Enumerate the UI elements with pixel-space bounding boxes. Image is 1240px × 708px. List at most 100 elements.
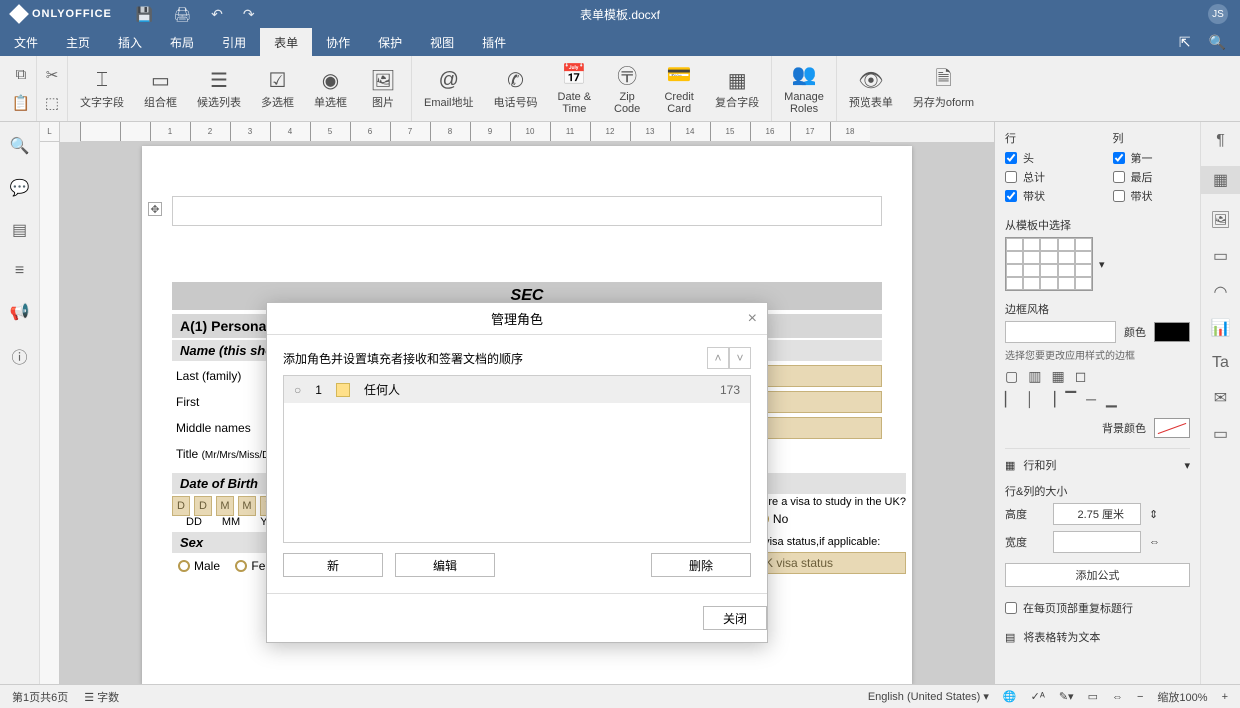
word-count[interactable]: ☰ 字数 xyxy=(84,689,119,705)
search-icon[interactable]: 🔍 xyxy=(10,136,30,156)
roles-list[interactable]: ○ 1 任何人 173 xyxy=(283,375,751,543)
sex-male-radio[interactable]: Male xyxy=(178,559,220,573)
manage-roles-button[interactable]: 👥Manage Roles xyxy=(776,58,832,119)
user-avatar[interactable]: JS xyxy=(1208,4,1228,24)
border-top-icon[interactable]: ▔ xyxy=(1065,391,1076,408)
save-oform-button[interactable]: 🗎另存为oform xyxy=(905,64,982,113)
comments-icon[interactable]: 💬 xyxy=(10,178,30,198)
search-icon[interactable]: 🔍 xyxy=(1209,34,1226,51)
tab-file[interactable]: 文件 xyxy=(0,28,52,56)
image-settings-icon[interactable]: 🖼 xyxy=(1210,210,1230,230)
chevron-down-icon[interactable]: ▾ xyxy=(1184,459,1190,472)
shape-settings-icon[interactable]: ◠ xyxy=(1214,282,1228,302)
dropdown-button[interactable]: ☰候选列表 xyxy=(189,64,249,113)
tab-forms[interactable]: 表单 xyxy=(260,28,312,56)
chart-settings-icon[interactable]: 📊 xyxy=(1211,318,1231,338)
horizontal-ruler[interactable]: 123456789101112131415161718 xyxy=(80,122,870,142)
row-banded-chk[interactable]: 带状 xyxy=(1005,188,1083,204)
border-inner-icon[interactable]: ▥ xyxy=(1028,368,1041,385)
text-field-button[interactable]: ⌶文字字段 xyxy=(72,64,132,113)
move-up-button[interactable]: ˄ xyxy=(707,347,729,369)
preview-form-button[interactable]: 👁预览表单 xyxy=(841,64,901,113)
header-footer-icon[interactable]: ▭ xyxy=(1213,246,1228,266)
new-role-button[interactable]: 新 xyxy=(283,553,383,577)
email-field-button[interactable]: @Email地址 xyxy=(416,64,482,113)
move-down-button[interactable]: ˅ xyxy=(729,347,751,369)
complex-field-button[interactable]: ▦复合字段 xyxy=(707,64,767,113)
table-template-picker[interactable] xyxy=(1005,237,1093,291)
tab-plugins[interactable]: 插件 xyxy=(468,28,520,56)
table-settings-icon[interactable]: ▦ xyxy=(1201,166,1240,194)
image-button[interactable]: 🖼图片 xyxy=(359,64,407,113)
spellcheck-icon[interactable]: ✓ᴬ xyxy=(1031,690,1045,703)
paste-icon[interactable]: 📋 xyxy=(10,92,32,114)
page-count[interactable]: 第1页共6页 xyxy=(12,689,68,705)
language-select[interactable]: English (United States) ▾ xyxy=(868,690,989,703)
vertical-ruler[interactable] xyxy=(40,142,60,684)
select-icon[interactable]: ⬚ xyxy=(41,92,63,114)
bg-color-picker[interactable] xyxy=(1154,418,1190,438)
headings-icon[interactable]: ▤ xyxy=(12,220,27,240)
row-header-chk[interactable]: 头 xyxy=(1005,150,1083,166)
track-changes-icon[interactable]: ✎▾ xyxy=(1059,690,1074,703)
border-none-icon[interactable]: ◻ xyxy=(1075,368,1087,385)
undo-icon[interactable]: ↶ xyxy=(211,6,223,23)
phone-field-button[interactable]: ✆电话号码 xyxy=(486,64,546,113)
anchor-icon[interactable]: ✥ xyxy=(148,202,162,216)
datetime-button[interactable]: 📅Date & Time xyxy=(550,58,600,119)
row-total-chk[interactable]: 总计 xyxy=(1005,169,1083,185)
zip-button[interactable]: 〶Zip Code xyxy=(603,58,651,119)
tab-references[interactable]: 引用 xyxy=(208,28,260,56)
zoom-level[interactable]: 缩放100% xyxy=(1157,689,1207,705)
border-right-icon[interactable]: ▕ xyxy=(1045,391,1056,408)
paragraph-icon[interactable]: ¶ xyxy=(1216,132,1225,150)
credit-card-button[interactable]: 💳Credit Card xyxy=(655,58,703,119)
tab-view[interactable]: 视图 xyxy=(416,28,468,56)
textart-icon[interactable]: Ta xyxy=(1212,354,1229,372)
close-dialog-button[interactable]: 关闭 xyxy=(703,606,767,630)
outline-icon[interactable]: ≡ xyxy=(15,262,24,280)
copy-icon[interactable]: ⧉ xyxy=(10,64,32,86)
col-width-input[interactable] xyxy=(1053,531,1141,553)
fit-width-icon[interactable]: ⇔ xyxy=(1112,691,1123,703)
zoom-in-icon[interactable]: + xyxy=(1222,691,1228,703)
close-icon[interactable]: × xyxy=(748,310,757,328)
edit-role-button[interactable]: 编辑 xyxy=(395,553,495,577)
zoom-out-icon[interactable]: − xyxy=(1137,691,1143,703)
tab-layout[interactable]: 布局 xyxy=(156,28,208,56)
tab-collab[interactable]: 协作 xyxy=(312,28,364,56)
col-last-chk[interactable]: 最后 xyxy=(1113,169,1191,185)
border-width-select[interactable] xyxy=(1005,321,1116,343)
tab-home[interactable]: 主页 xyxy=(52,28,104,56)
add-formula-button[interactable]: 添加公式 xyxy=(1005,563,1190,587)
open-file-icon[interactable]: ⇱ xyxy=(1179,34,1191,51)
chevron-down-icon[interactable]: ▾ xyxy=(1099,258,1105,271)
border-vert-icon[interactable]: │ xyxy=(1026,391,1035,408)
tab-insert[interactable]: 插入 xyxy=(104,28,156,56)
repeat-header-chk[interactable]: 在每页顶部重复标题行 xyxy=(1005,600,1190,616)
distribute-rows-icon[interactable]: ⇕ xyxy=(1149,508,1158,521)
border-color-picker[interactable] xyxy=(1154,322,1190,342)
distribute-cols-icon[interactable]: ⇔ xyxy=(1149,536,1160,548)
tab-protect[interactable]: 保护 xyxy=(364,28,416,56)
radio-button[interactable]: ◉单选框 xyxy=(306,64,355,113)
mail-merge-icon[interactable]: ✉ xyxy=(1214,388,1227,408)
border-left-icon[interactable]: ▏ xyxy=(1005,391,1016,408)
info-icon[interactable]: ⓘ xyxy=(11,344,27,368)
border-all-icon[interactable]: ▦ xyxy=(1051,368,1064,385)
delete-role-button[interactable]: 删除 xyxy=(651,553,751,577)
border-outer-icon[interactable]: ▢ xyxy=(1005,368,1018,385)
col-first-chk[interactable]: 第一 xyxy=(1113,150,1191,166)
globe-icon[interactable]: 🌐 xyxy=(1003,690,1017,703)
save-icon[interactable]: 💾 xyxy=(136,6,153,23)
feedback-icon[interactable]: 📢 xyxy=(10,302,30,322)
role-row[interactable]: ○ 1 任何人 173 xyxy=(284,376,750,403)
cut-icon[interactable]: ✂ xyxy=(41,64,63,86)
fit-page-icon[interactable]: ▭ xyxy=(1088,690,1098,703)
combobox-button[interactable]: ▭组合框 xyxy=(136,64,185,113)
form-settings-icon[interactable]: ▭ xyxy=(1213,424,1228,444)
print-icon[interactable]: 🖨 xyxy=(173,6,191,23)
col-banded-chk[interactable]: 带状 xyxy=(1113,188,1191,204)
row-height-input[interactable]: 2.75 厘米 xyxy=(1053,503,1141,525)
border-bottom-icon[interactable]: ▁ xyxy=(1106,391,1117,408)
